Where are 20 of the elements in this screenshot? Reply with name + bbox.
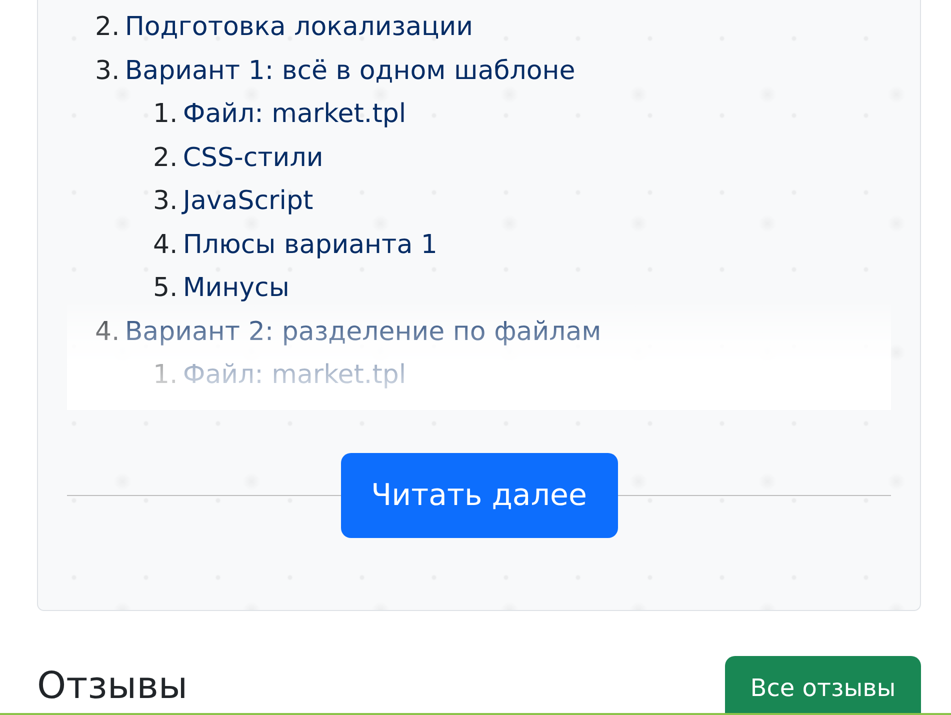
- list-number: 2.: [153, 142, 178, 174]
- contents-link[interactable]: Вариант 1: всё в одном шаблоне: [124, 50, 576, 93]
- contents-link[interactable]: Вариант 2: разделение по файлам: [124, 310, 602, 354]
- list-number: 1.: [153, 98, 178, 131]
- reviews-heading: Отзывы: [37, 664, 188, 708]
- contents-link[interactable]: Файл: market.tpl: [182, 93, 406, 136]
- list-number: 4.: [153, 228, 178, 262]
- contents-link[interactable]: CSS-стили: [182, 136, 324, 180]
- list-number: 3.: [153, 185, 178, 218]
- list-number: 1.: [153, 359, 178, 392]
- all-reviews-button[interactable]: Все отзывы: [725, 656, 921, 715]
- list-number: 2.: [95, 11, 120, 44]
- list-number: 4.: [95, 316, 120, 348]
- contents-link[interactable]: Минусы: [182, 267, 290, 310]
- contents-link[interactable]: JavaScript: [182, 180, 314, 224]
- contents-link[interactable]: Плюсы варианта 1: [182, 224, 438, 267]
- list-number: 3.: [95, 54, 120, 88]
- list-number: 5.: [153, 272, 178, 305]
- read-more-button[interactable]: Читать далее: [340, 453, 618, 538]
- contents-link[interactable]: Подготовка локализации: [124, 6, 474, 50]
